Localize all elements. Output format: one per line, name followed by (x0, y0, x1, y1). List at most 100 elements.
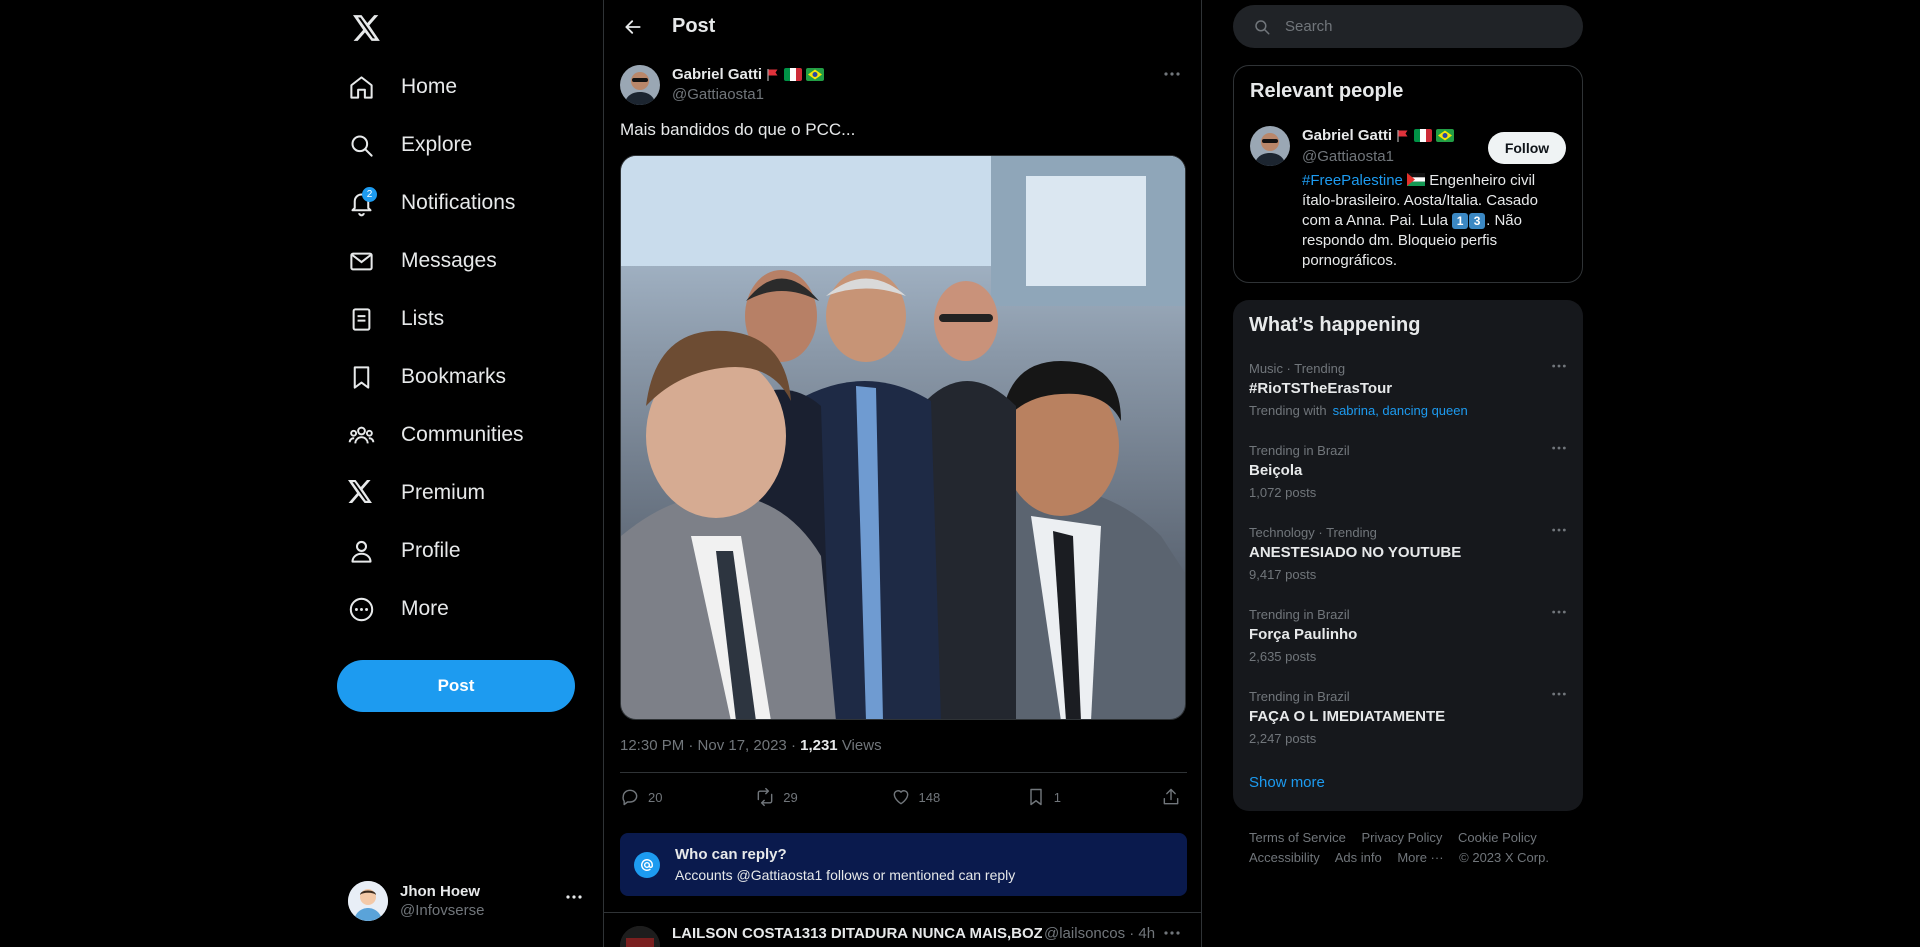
red-flag-icon (766, 68, 780, 82)
share-button[interactable] (1161, 783, 1181, 811)
trend-post-count: 9,417 posts (1249, 567, 1317, 582)
nav-item-profile[interactable]: Profile (331, 522, 524, 580)
x-logo-icon[interactable] (346, 9, 388, 47)
footer-link[interactable]: Accessibility (1249, 850, 1320, 865)
nav-item-more[interactable]: More (331, 580, 524, 638)
post-timestamp[interactable]: 12:30 PM · Nov 17, 2023 (620, 737, 787, 754)
person-avatar[interactable] (1250, 126, 1290, 166)
divider (620, 772, 1187, 773)
more-dots-icon[interactable] (565, 894, 583, 900)
author-avatar[interactable] (620, 65, 660, 105)
trend-post-count: 1,072 posts (1249, 485, 1317, 500)
footer-link[interactable]: Ads info (1335, 850, 1382, 865)
palestine-flag-icon (1407, 173, 1426, 186)
header: Post (604, 0, 1201, 53)
reply-author-name[interactable]: LAILSON COSTA1313 DITADURA NUNCA MAIS,BO… (672, 925, 1042, 942)
page-title: Post (672, 15, 716, 37)
whats-happening-card: What’s happening Music · Trending #RioTS… (1233, 300, 1583, 811)
trend-post-count: 2,635 posts (1249, 649, 1317, 664)
views-label: Views (841, 737, 882, 754)
back-arrow-icon[interactable] (616, 10, 650, 44)
search-bar[interactable] (1233, 5, 1583, 48)
reply-button[interactable]: 20 (620, 783, 755, 811)
trend-item[interactable]: Trending in Brazil Beiçola 1,072 posts (1233, 443, 1583, 525)
bookmark-button[interactable]: 1 (1026, 783, 1161, 811)
footer-link[interactable]: Privacy Policy (1361, 830, 1442, 845)
trend-item[interactable]: Trending in Brazil Força Paulinho 2,635 … (1233, 607, 1583, 689)
more-dots-icon[interactable] (1551, 691, 1567, 697)
account-handle: @Infovserse (400, 902, 485, 919)
red-flag-icon (1396, 129, 1410, 143)
nav-label: Communities (401, 423, 524, 446)
reply-count: 20 (648, 789, 663, 805)
left-nav: Home Explore 2 Notifications Messages Li… (331, 0, 603, 947)
footer-link[interactable]: Cookie Policy (1458, 830, 1537, 845)
nav-item-communities[interactable]: Communities (331, 406, 524, 464)
trend-name: FAÇA O L IMEDIATAMENTE (1249, 708, 1446, 725)
like-button[interactable]: 148 (891, 783, 1026, 811)
post-text: Mais bandidos do que o PCC... (620, 120, 856, 139)
more-dots-icon[interactable] (1163, 930, 1181, 936)
trend-item[interactable]: Music · Trending #RioTSTheErasTour Trend… (1233, 361, 1583, 443)
nav-label: Explore (401, 133, 473, 156)
nav-label: Profile (401, 539, 461, 562)
account-name: Jhon Hoew (400, 883, 481, 900)
nav-item-bookmarks[interactable]: Bookmarks (331, 348, 524, 406)
reply-author-handle[interactable]: @lailsoncos · 4h (1044, 925, 1155, 942)
account-switcher[interactable]: Jhon Hoew @Infovserse (348, 878, 588, 924)
reply-post-preview[interactable]: LAILSON COSTA1313 DITADURA NUNCA MAIS,BO… (620, 922, 1187, 947)
trend-context: Music · Trending (1249, 361, 1346, 376)
follow-button[interactable]: Follow (1488, 132, 1566, 164)
nav-item-lists[interactable]: Lists (331, 290, 524, 348)
show-more-link[interactable]: Show more (1249, 774, 1325, 791)
right-sidebar: Relevant people Gabriel Gatti @Gattiaost… (1233, 0, 1583, 947)
x-icon (348, 479, 375, 507)
nav-list: Home Explore 2 Notifications Messages Li… (331, 58, 524, 638)
views-count: 1,231 (800, 737, 838, 754)
author-handle[interactable]: @Gattiaosta1 (672, 86, 764, 103)
more-dots-icon[interactable] (1551, 445, 1567, 451)
more-dots-icon[interactable] (1551, 527, 1567, 533)
search-input[interactable] (1285, 18, 1545, 35)
more-dots-icon[interactable] (1551, 609, 1567, 615)
more-dots-icon[interactable] (1551, 363, 1567, 369)
trend-item[interactable]: Trending in Brazil FAÇA O L IMEDIATAMENT… (1233, 689, 1583, 771)
trend-name: Força Paulinho (1249, 626, 1358, 643)
post-button[interactable]: Post (337, 660, 575, 712)
trend-context: Trending in Brazil (1249, 689, 1350, 704)
person-handle[interactable]: @Gattiaosta1 (1302, 148, 1394, 165)
person-name-text: Gabriel Gatti (1302, 127, 1393, 144)
brazil-flag-icon (806, 68, 825, 81)
more-dots-icon[interactable] (1163, 71, 1181, 77)
list-icon (348, 306, 375, 333)
nav-item-notifications[interactable]: 2 Notifications (331, 174, 524, 232)
like-count: 148 (918, 789, 941, 805)
nav-label: Lists (401, 307, 445, 330)
nav-item-premium[interactable]: Premium (331, 464, 524, 522)
hashtag-link[interactable]: #FreePalestine (1302, 172, 1403, 189)
italy-flag-icon (1414, 129, 1433, 142)
copyright: © 2023 X Corp. (1459, 850, 1549, 865)
footer-link[interactable]: More ··· (1397, 850, 1443, 865)
trend-related-links[interactable]: sabrina, dancing queen (1333, 403, 1468, 418)
author-name[interactable]: Gabriel Gatti (672, 66, 825, 83)
footer-link[interactable]: Terms of Service (1249, 830, 1346, 845)
trend-name: ANESTESIADO NO YOUTUBE (1249, 544, 1462, 561)
repost-count: 29 (783, 789, 798, 805)
reply-author-avatar[interactable] (620, 926, 660, 947)
section-title: Relevant people (1250, 80, 1404, 102)
repost-button[interactable]: 29 (755, 783, 890, 811)
trend-context: Trending in Brazil (1249, 607, 1350, 622)
search-icon (348, 132, 375, 159)
brazil-flag-icon (1436, 129, 1455, 142)
nav-item-home[interactable]: Home (331, 58, 524, 116)
person-icon (348, 538, 375, 565)
nav-item-messages[interactable]: Messages (331, 232, 524, 290)
nav-item-explore[interactable]: Explore (331, 116, 524, 174)
post-photo[interactable] (620, 155, 1186, 720)
person-name[interactable]: Gabriel Gatti (1302, 127, 1455, 144)
author-name-text: Gabriel Gatti (672, 66, 763, 83)
nav-label: Home (401, 75, 458, 98)
bookmark-count: 1 (1053, 789, 1061, 805)
trend-item[interactable]: Technology · Trending ANESTESIADO NO YOU… (1233, 525, 1583, 607)
